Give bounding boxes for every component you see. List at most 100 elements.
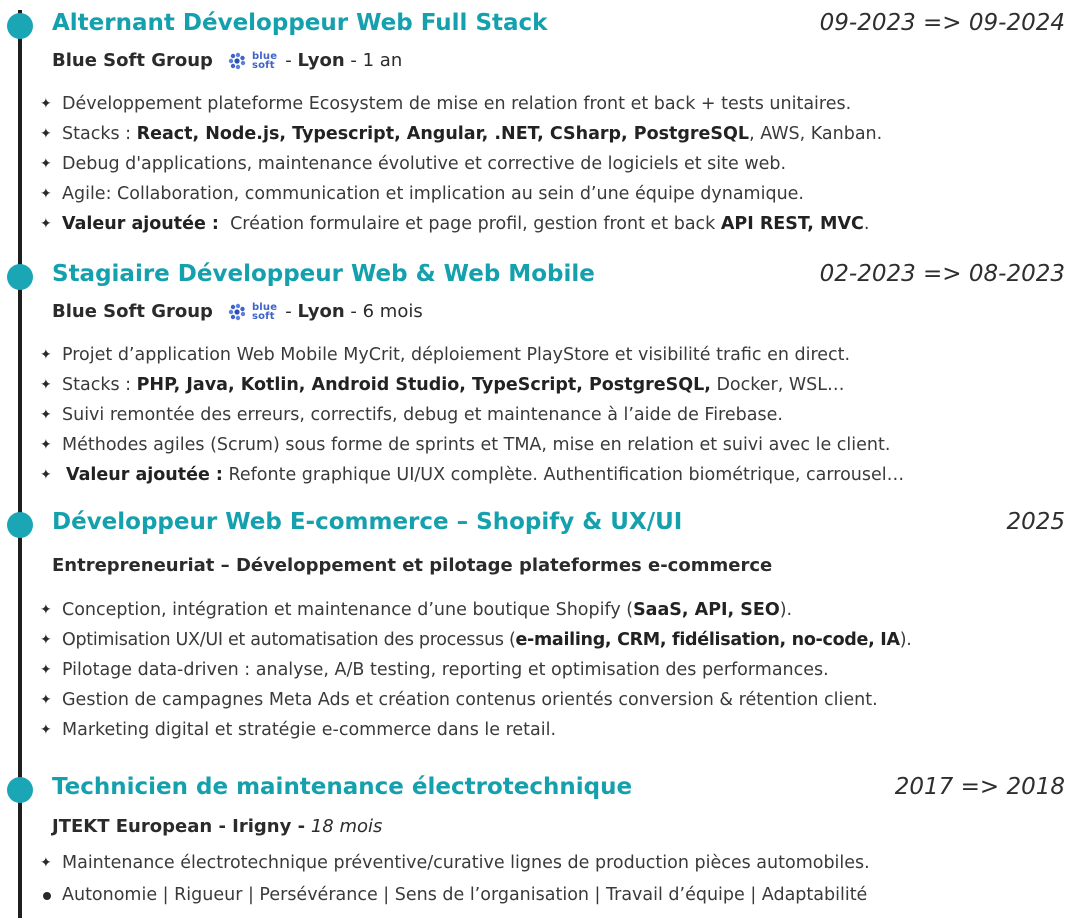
bullet-bold: API REST, MVC xyxy=(720,214,864,234)
bullet-text: Suivi remontée des erreurs, correctifs, … xyxy=(62,405,783,425)
bullet-text: Stacks : xyxy=(62,124,137,144)
bullet-text: Pilotage data-driven : analyse, A/B test… xyxy=(62,660,829,680)
duration: 18 mois xyxy=(310,816,383,837)
four-pointed-star-icon: ✦ xyxy=(40,156,52,172)
location: Lyon xyxy=(297,301,345,322)
four-pointed-star-icon: ✦ xyxy=(40,722,52,738)
four-pointed-star-icon: ✦ xyxy=(40,662,52,678)
company-line: JTEKT European - Irigny - 18 mois xyxy=(52,816,382,837)
separator: - xyxy=(285,301,292,322)
logo-word-2: soft xyxy=(251,59,275,71)
list-item: ✦ Stacks : React, Node.js, Typescript, An… xyxy=(40,119,882,149)
job-dates: 2017 => 2018 xyxy=(894,774,1065,800)
job-title: Développeur Web E-commerce – Shopify & U… xyxy=(52,509,683,535)
list-item: ✦ Projet d’application Web Mobile MyCrit,… xyxy=(40,340,904,370)
bullet-bold: Valeur ajoutée : xyxy=(62,214,219,234)
list-item: ✦ Valeur ajoutée : Création formulaire et… xyxy=(40,209,882,239)
timeline-dot xyxy=(7,13,33,39)
company-name: Entrepreneuriat – Développement et pilot… xyxy=(52,555,773,576)
four-pointed-star-icon: ✦ xyxy=(40,347,52,363)
company-line: Blue Soft Group blue soft - Lyon - 6 mois xyxy=(52,301,423,322)
separator: - xyxy=(350,301,357,322)
four-pointed-star-icon: ✦ xyxy=(40,632,52,648)
bullet-text: Création formulaire et page profil, gest… xyxy=(218,214,721,234)
duration: 1 an xyxy=(362,50,403,71)
bullet-bold: PHP, Java, Kotlin, Android Studio, TypeS… xyxy=(136,375,711,395)
timeline-dot xyxy=(7,264,33,290)
list-item: ✦ Maintenance électrotechnique préventive… xyxy=(40,848,870,878)
bullet-text: Stacks : xyxy=(62,375,137,395)
bullet-text: Méthodes agiles (Scrum) sous forme de sp… xyxy=(62,435,891,455)
bullet-list: ✦ Développement plateforme Ecosystem de m… xyxy=(40,89,882,239)
duration: 6 mois xyxy=(362,301,423,322)
list-item: ✦ Optimisation UX/UI et automatisation de… xyxy=(40,625,912,655)
four-pointed-star-icon: ✦ xyxy=(40,126,52,142)
four-pointed-star-icon: ✦ xyxy=(40,377,52,393)
four-pointed-star-icon: ✦ xyxy=(40,216,52,232)
list-item: ✦ Conception, intégration et maintenance … xyxy=(40,595,912,625)
bullet-bold: React, Node.js, Typescript, Angular, .NE… xyxy=(136,124,750,144)
logo-word-2: soft xyxy=(251,310,275,322)
blue-soft-logo: blue soft xyxy=(227,302,277,322)
four-pointed-star-icon: ✦ xyxy=(40,96,52,112)
job-title: Stagiaire Développeur Web & Web Mobile xyxy=(52,261,595,287)
bullet-list: ✦ Projet d’application Web Mobile MyCrit,… xyxy=(40,340,904,490)
job-dates: 2025 xyxy=(1006,509,1065,535)
list-item: ✦ Agile: Collaboration, communication et … xyxy=(40,179,882,209)
timeline-dot xyxy=(7,512,33,538)
company-name: JTEKT European - Irigny - xyxy=(52,816,306,837)
location: Lyon xyxy=(297,50,345,71)
bullet-bold: Valeur ajoutée : xyxy=(66,465,223,485)
bullet-list: ✦ Conception, intégration et maintenance … xyxy=(40,595,912,745)
four-pointed-star-icon: ✦ xyxy=(40,437,52,453)
list-item: ✦ Marketing digital et stratégie e-commer… xyxy=(40,715,912,745)
company-line: Entrepreneuriat – Développement et pilot… xyxy=(52,555,772,576)
four-pointed-star-icon: ✦ xyxy=(40,855,52,871)
bullet-text: ). xyxy=(899,630,912,650)
job-dates: 09-2023 => 09-2024 xyxy=(819,10,1065,36)
four-pointed-star-icon: ✦ xyxy=(40,467,52,483)
bullet-text: Debug d'applications, maintenance évolut… xyxy=(62,154,787,174)
list-item: ✦ Développement plateforme Ecosystem de m… xyxy=(40,89,882,119)
qualities-item: Autonomie | Rigueur | Persévérance | Sen… xyxy=(40,880,870,910)
list-item: ✦ Debug d'applications, maintenance évolu… xyxy=(40,149,882,179)
job-title: Alternant Développeur Web Full Stack xyxy=(52,10,548,36)
list-item: ✦ Gestion de campagnes Meta Ads et créati… xyxy=(40,685,912,715)
company-name: Blue Soft Group xyxy=(52,50,213,71)
timeline-dot xyxy=(7,777,33,803)
bullet-text: , AWS, Kanban. xyxy=(749,124,883,144)
list-item: ✦ Pilotage data-driven : analyse, A/B tes… xyxy=(40,655,912,685)
bullet-text: Agile: Collaboration, communication et i… xyxy=(62,184,804,204)
bullet-text: Projet d’application Web Mobile MyCrit, … xyxy=(62,345,851,365)
job-title: Technicien de maintenance électrotechniq… xyxy=(52,774,633,800)
four-pointed-star-icon: ✦ xyxy=(40,602,52,618)
list-item: ✦ Méthodes agiles (Scrum) sous forme de s… xyxy=(40,430,904,460)
company-name: Blue Soft Group xyxy=(52,301,213,322)
separator: - xyxy=(350,50,357,71)
bullet-text: Optimisation UX/UI et automatisation des… xyxy=(62,630,516,650)
bullet-text: ). xyxy=(779,600,793,620)
bullet-text: Refonte graphique UI/UX complète. Authen… xyxy=(222,465,905,485)
bullet-bold: SaaS, API, SEO xyxy=(633,600,780,620)
bullet-text: Conception, intégration et maintenance d… xyxy=(62,600,634,620)
company-line: Blue Soft Group blue soft - Lyon - 1 an xyxy=(52,50,402,71)
round-bullet-icon xyxy=(43,892,51,900)
qualities-text: Autonomie | Rigueur | Persévérance | Sen… xyxy=(62,885,868,905)
bullet-text: Marketing digital et stratégie e-commerc… xyxy=(62,720,557,740)
bullet-text: . xyxy=(863,214,870,234)
four-pointed-star-icon: ✦ xyxy=(40,407,52,423)
list-item: ✦ Valeur ajoutée : Refonte graphique UI/U… xyxy=(40,460,904,490)
list-item: ✦ Suivi remontée des erreurs, correctifs,… xyxy=(40,400,904,430)
separator: - xyxy=(285,50,292,71)
four-pointed-star-icon: ✦ xyxy=(40,186,52,202)
bullet-text: Maintenance électrotechnique préventive/… xyxy=(62,853,870,873)
list-item: ✦ Stacks : PHP, Java, Kotlin, Android Stu… xyxy=(40,370,904,400)
four-pointed-star-icon: ✦ xyxy=(40,692,52,708)
blue-soft-logo: blue soft xyxy=(227,51,277,71)
bullet-text: Développement plateforme Ecosystem de mi… xyxy=(62,94,852,114)
job-dates: 02-2023 => 08-2023 xyxy=(819,261,1065,287)
bullet-bold: e-mailing, CRM, fidélisation, no-code, I… xyxy=(515,630,900,650)
bullet-text: Gestion de campagnes Meta Ads et créatio… xyxy=(62,690,878,710)
bullet-list: ✦ Maintenance électrotechnique préventive… xyxy=(40,848,870,910)
bullet-text: Docker, WSL… xyxy=(710,375,845,395)
